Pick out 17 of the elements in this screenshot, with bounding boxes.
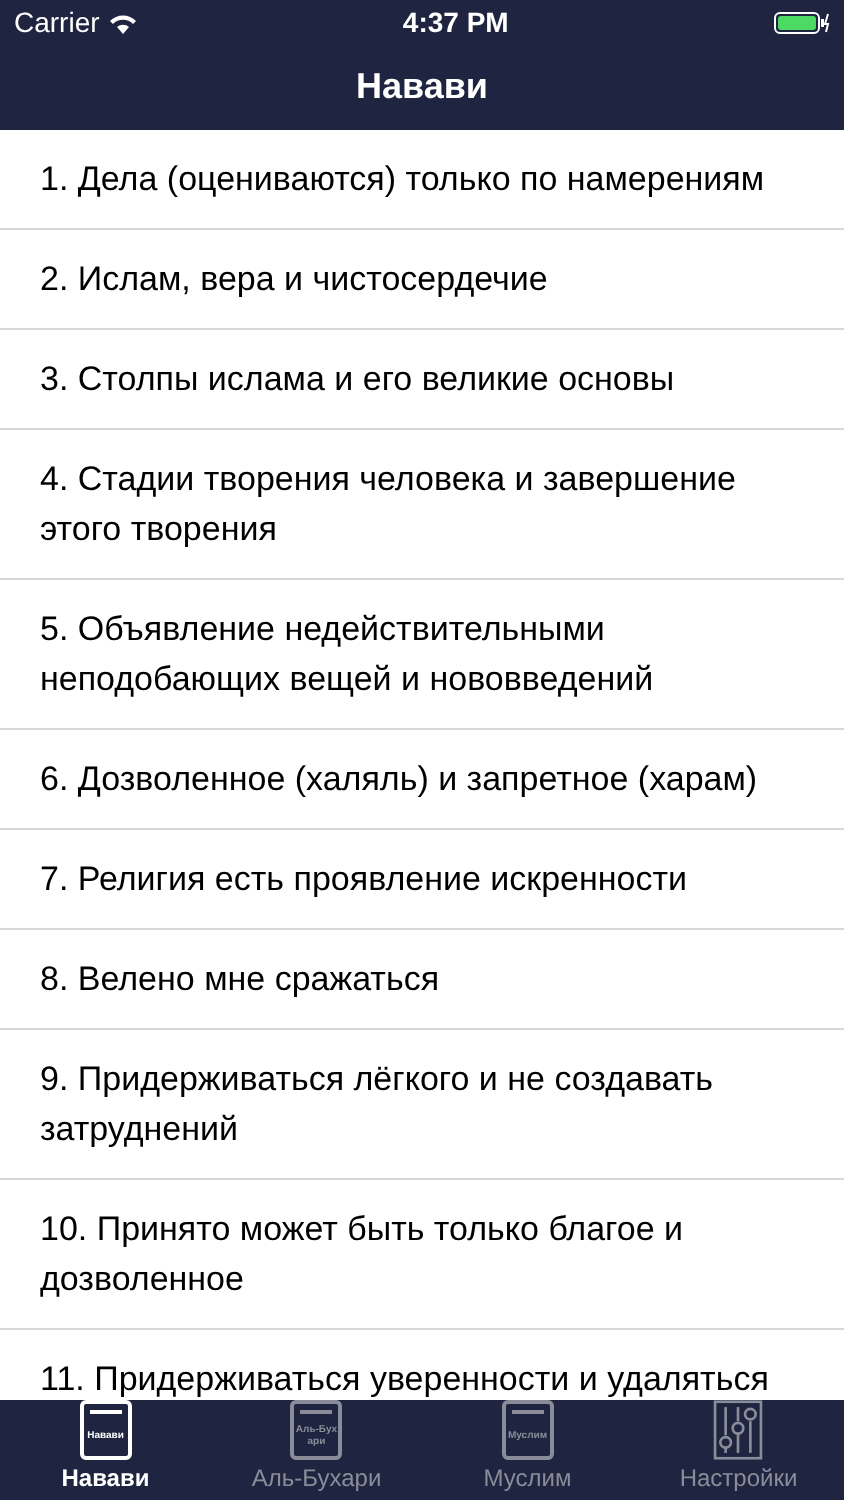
status-time: 4:37 PM: [402, 3, 509, 41]
wifi-icon: [107, 11, 138, 33]
sliders-icon: [710, 1400, 767, 1460]
list-item[interactable]: 8. Велено мне сражаться: [0, 930, 844, 1030]
list-item[interactable]: 2. Ислам, вера и чистосердечие: [0, 230, 844, 330]
list-item[interactable]: 5. Объявление недействительными неподобающих вещей и нововведений: [0, 580, 844, 730]
tab-button[interactable]: Настройки: [633, 1400, 844, 1500]
list-item[interactable]: 10. Принято может быть только благое и дозволенное: [0, 1180, 844, 1330]
battery-icon: [773, 11, 830, 33]
carrier-label: Carrier: [14, 3, 100, 41]
list-item[interactable]: 3. Столпы ислама и его великие основы: [0, 330, 844, 430]
list-item[interactable]: 7. Религия есть проявление искренности: [0, 830, 844, 930]
list-item[interactable]: 9. Придерживаться лёгкого и не создавать затруднений: [0, 1030, 844, 1180]
list-item[interactable]: 4. Стадии творения человека и завершение этого творения: [0, 430, 844, 580]
list-item[interactable]: 6. Дозволенное (халяль) и запретное (харам): [0, 730, 844, 830]
nav-title: Навави: [356, 64, 488, 110]
list-item[interactable]: 1. Дела (оцениваются) только по намерениям: [0, 130, 844, 230]
